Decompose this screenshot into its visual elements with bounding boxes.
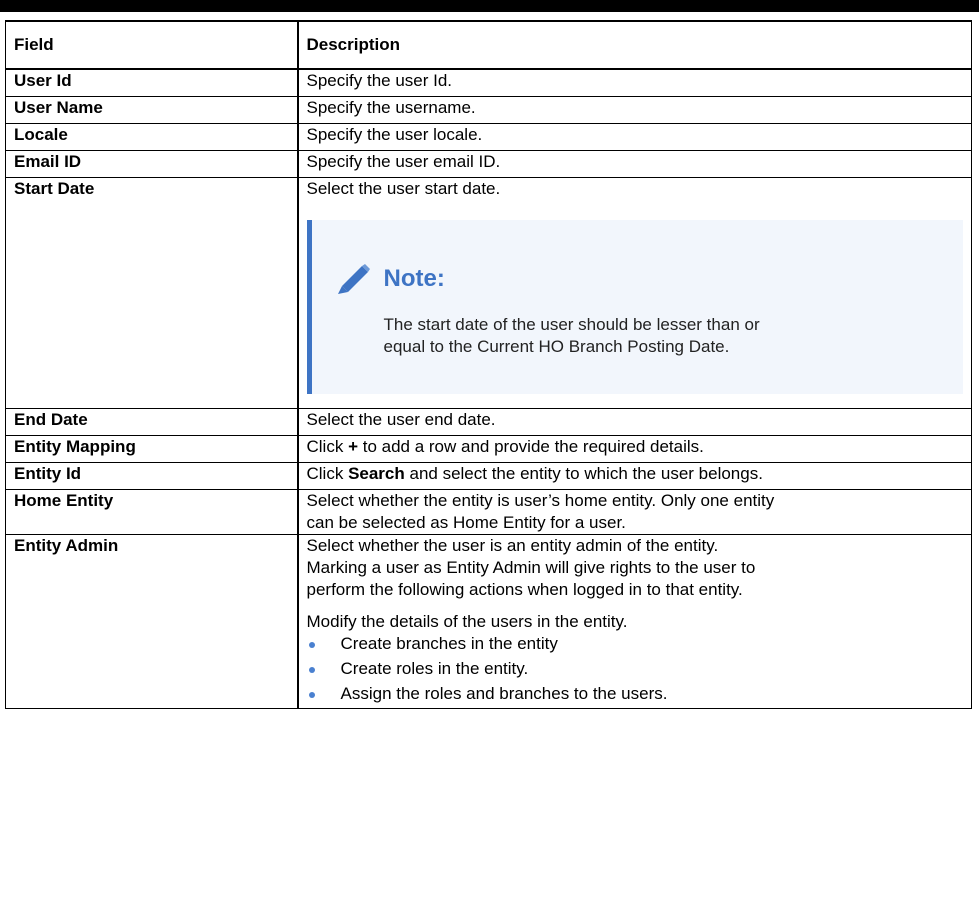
note-text: The start date of the user should be les… xyxy=(336,314,954,358)
plus-mark: + xyxy=(348,437,358,456)
bullet-list: Create branches in the entity Create rol… xyxy=(307,633,964,705)
table-row: User Name Specify the username. xyxy=(5,96,972,124)
table-row: Email ID Specify the user email ID. xyxy=(5,150,972,178)
field-description: Specify the user email ID. xyxy=(297,150,972,178)
field-description: Select whether the entity is user’s home… xyxy=(297,489,972,535)
field-description: Select whether the user is an entity adm… xyxy=(297,534,972,709)
field-description: Select the user start date. Note: The st… xyxy=(297,177,972,409)
list-item-text: Create branches in the entity xyxy=(340,634,558,653)
field-description: Specify the user locale. xyxy=(297,123,972,151)
bullet-icon xyxy=(308,667,315,673)
field-description: Click + to add a row and provide the req… xyxy=(297,435,972,463)
search-keyword: Search xyxy=(348,464,405,483)
description-text: Select the user start date. xyxy=(306,179,501,198)
field-description: Specify the user Id. xyxy=(297,68,972,97)
description-line: can be selected as Home Entity for a use… xyxy=(306,513,626,532)
description-line: Marking a user as Entity Admin will give… xyxy=(306,558,756,577)
description-paragraph: Select whether the user is an entity adm… xyxy=(307,535,964,601)
table-row: End Date Select the user end date. xyxy=(5,408,972,436)
description-text: Click xyxy=(306,437,349,456)
description-text: and select the entity to which the user … xyxy=(404,464,763,483)
table-header-row: Field Description xyxy=(5,20,972,70)
description-line: perform the following actions when logge… xyxy=(306,580,743,599)
field-description-table: Field Description User Id Specify the us… xyxy=(5,20,972,709)
table-row: Start Date Select the user start date. N… xyxy=(5,177,972,409)
table-row: Entity Admin Select whether the user is … xyxy=(5,534,972,709)
note-text-line: equal to the Current HO Branch Posting D… xyxy=(383,337,730,356)
description-paragraph: Modify the details of the users in the e… xyxy=(307,611,964,705)
field-description: Select the user end date. xyxy=(297,408,972,436)
list-item: Assign the roles and branches to the use… xyxy=(307,683,964,705)
top-rule xyxy=(0,0,979,12)
list-item: Create roles in the entity. xyxy=(307,658,964,680)
description-line: Select whether the user is an entity adm… xyxy=(306,536,719,555)
field-name: End Date xyxy=(5,408,299,436)
field-name: Locale xyxy=(5,123,299,151)
table-row: Home Entity Select whether the entity is… xyxy=(5,489,972,535)
list-item-text: Create roles in the entity. xyxy=(340,659,529,678)
description-text: to add a row and provide the required de… xyxy=(358,437,704,456)
field-name: Entity Id xyxy=(5,462,299,490)
note-header: Note: xyxy=(336,264,954,294)
field-name: Entity Admin xyxy=(5,534,299,709)
description-line: Select whether the entity is user’s home… xyxy=(306,491,775,510)
field-name: User Id xyxy=(5,68,299,97)
table-row: Entity Id Click Search and select the en… xyxy=(5,462,972,490)
field-name: User Name xyxy=(5,96,299,124)
note-text-line: The start date of the user should be les… xyxy=(383,315,760,334)
list-item: Create branches in the entity xyxy=(307,633,964,655)
field-name: Home Entity xyxy=(5,489,299,535)
pencil-icon xyxy=(336,264,370,294)
field-description: Click Search and select the entity to wh… xyxy=(297,462,972,490)
note-callout: Note: The start date of the user should … xyxy=(306,220,963,394)
bullet-icon xyxy=(308,692,315,698)
bullet-icon xyxy=(308,642,315,648)
header-description: Description xyxy=(297,20,972,70)
field-description: Specify the username. xyxy=(297,96,972,124)
field-name: Email ID xyxy=(5,150,299,178)
list-item-text: Assign the roles and branches to the use… xyxy=(340,684,668,703)
table-row: Entity Mapping Click + to add a row and … xyxy=(5,435,972,463)
description-text: Click xyxy=(306,464,349,483)
field-name: Entity Mapping xyxy=(5,435,299,463)
field-name: Start Date xyxy=(5,177,299,409)
header-field: Field xyxy=(5,20,299,70)
table-row: Locale Specify the user locale. xyxy=(5,123,972,151)
table-row: User Id Specify the user Id. xyxy=(5,68,972,97)
description-line: Modify the details of the users in the e… xyxy=(306,612,628,631)
note-title: Note: xyxy=(383,265,445,292)
